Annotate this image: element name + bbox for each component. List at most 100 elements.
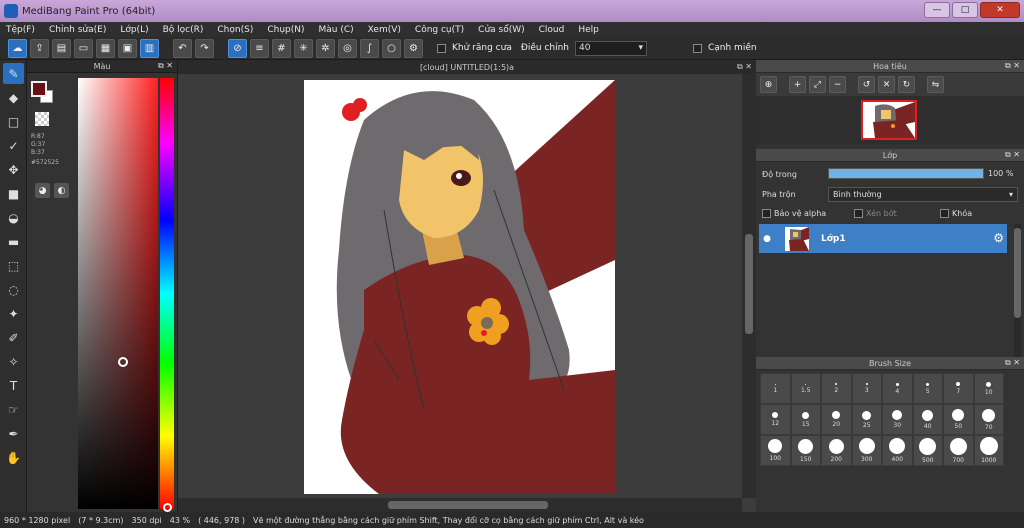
redo-icon[interactable]: ↷: [195, 38, 214, 58]
menu-view[interactable]: Xem(V): [368, 25, 401, 35]
panel-close-icon[interactable]: ⧉ ✕: [158, 61, 173, 71]
horizontal-scroll-thumb[interactable]: [388, 501, 548, 509]
bucket-tool-icon[interactable]: ◒: [3, 207, 24, 228]
zoom-reset-icon[interactable]: ⊕: [760, 76, 777, 93]
navigator-close-icon[interactable]: ⧉ ✕: [1005, 61, 1020, 71]
palette-icon[interactable]: ◕: [35, 183, 50, 198]
grid-snap-icon[interactable]: #: [272, 38, 291, 58]
radial-snap-icon[interactable]: ✳: [294, 38, 313, 58]
comment-icon[interactable]: ▤: [52, 38, 71, 58]
hand-tool-icon[interactable]: ✋: [3, 447, 24, 468]
flip-icon[interactable]: ⇋: [927, 76, 944, 93]
brush-size-option[interactable]: 4: [882, 373, 913, 404]
vertical-scroll-thumb[interactable]: [745, 234, 753, 334]
page-icon[interactable]: ▭: [74, 38, 93, 58]
select-eraser-tool-icon[interactable]: ✧: [3, 351, 24, 372]
brush-size-option[interactable]: 20: [821, 404, 852, 435]
hue-slider[interactable]: [160, 78, 174, 509]
document-close-icon[interactable]: ⧉ ✕: [737, 62, 752, 72]
transparent-color-swatch[interactable]: [35, 112, 49, 126]
edge-checkbox[interactable]: [692, 43, 702, 53]
select-pen-tool-icon[interactable]: ✐: [3, 327, 24, 348]
menu-file[interactable]: Tệp(F): [6, 25, 35, 35]
foreground-color-swatch[interactable]: [31, 81, 47, 97]
fit-icon[interactable]: ⤢: [809, 76, 826, 93]
brush-size-option[interactable]: 200: [821, 435, 852, 466]
menu-filter[interactable]: Bộ lọc(R): [163, 25, 204, 35]
menu-color[interactable]: Màu (C): [319, 25, 354, 35]
navigator-thumbnail[interactable]: [861, 100, 917, 140]
rectangle-tool-icon[interactable]: □: [3, 111, 24, 132]
lock-checkbox[interactable]: [940, 209, 949, 218]
panel-icon[interactable]: ▥: [140, 38, 159, 58]
brush-size-option[interactable]: 7: [943, 373, 974, 404]
rotate-left-icon[interactable]: ↺: [858, 76, 875, 93]
text-tool-icon[interactable]: T: [3, 375, 24, 396]
menu-window[interactable]: Cửa sổ(W): [478, 25, 524, 35]
concentric-snap-icon[interactable]: ◎: [338, 38, 357, 58]
color-set-icon[interactable]: ◐: [54, 183, 69, 198]
zoom-in-icon[interactable]: +: [789, 76, 806, 93]
brush-size-option[interactable]: 2: [821, 373, 852, 404]
blend-mode-select[interactable]: Bình thường ▾: [828, 187, 1018, 202]
brush-size-option[interactable]: 3: [851, 373, 882, 404]
brush-tool-icon[interactable]: ✎: [3, 63, 24, 84]
brush-size-option[interactable]: 1000: [973, 435, 1004, 466]
pen-tool-icon[interactable]: ✓: [3, 135, 24, 156]
saturation-value-picker[interactable]: [78, 78, 158, 509]
dropper-tool-icon[interactable]: ✒: [3, 423, 24, 444]
menu-select[interactable]: Chọn(S): [217, 25, 253, 35]
brush-size-option[interactable]: 700: [943, 435, 974, 466]
antialias-checkbox[interactable]: [437, 43, 446, 53]
select-tool-icon[interactable]: ⬚: [3, 255, 24, 276]
brush-size-option[interactable]: 150: [790, 435, 821, 466]
grid-view-icon[interactable]: ▣: [118, 38, 137, 58]
brush-size-option[interactable]: 400: [882, 435, 913, 466]
brush-size-option[interactable]: 300: [851, 435, 882, 466]
brush-size-option[interactable]: 1: [760, 373, 791, 404]
gradient-tool-icon[interactable]: ▬: [3, 231, 24, 252]
menu-tools[interactable]: Công cụ(T): [415, 25, 464, 35]
settings-snap-icon[interactable]: ⚙: [404, 38, 423, 58]
zoom-out-icon[interactable]: −: [829, 76, 846, 93]
maximize-button[interactable]: □: [952, 2, 978, 18]
visibility-eye-icon[interactable]: ●: [759, 234, 775, 244]
move-tool-icon[interactable]: ✥: [3, 159, 24, 180]
protect-alpha-checkbox[interactable]: [762, 209, 771, 218]
parallel-snap-icon[interactable]: ≡: [250, 38, 269, 58]
undo-icon[interactable]: ↶: [173, 38, 192, 58]
brush-size-option[interactable]: 15: [790, 404, 821, 435]
layer-scroll-thumb[interactable]: [1014, 228, 1021, 318]
brush-size-close-icon[interactable]: ⧉ ✕: [1005, 358, 1020, 368]
rotate-right-icon[interactable]: ↻: [898, 76, 915, 93]
minimize-button[interactable]: —: [924, 2, 950, 18]
close-button[interactable]: ✕: [980, 2, 1020, 18]
no-snap-icon[interactable]: ⊘: [228, 38, 247, 58]
menu-edit[interactable]: Chỉnh sửa(E): [49, 25, 106, 35]
brush-size-option[interactable]: 500: [912, 435, 943, 466]
brush-size-option[interactable]: 25: [851, 404, 882, 435]
brush-size-option[interactable]: 5: [912, 373, 943, 404]
clipping-checkbox[interactable]: [854, 209, 863, 218]
adjust-select[interactable]: 40 ▾: [574, 40, 647, 56]
canvas-vertical-scrollbar[interactable]: [742, 74, 756, 498]
rotate-reset-icon[interactable]: ✕: [878, 76, 895, 93]
brush-size-option[interactable]: 100: [760, 435, 791, 466]
circle-snap-icon[interactable]: ○: [382, 38, 401, 58]
brush-size-option[interactable]: 70: [973, 404, 1004, 435]
lasso-tool-icon[interactable]: ◌: [3, 279, 24, 300]
brush-size-option[interactable]: 50: [943, 404, 974, 435]
cross-snap-icon[interactable]: ✲: [316, 38, 335, 58]
fill-rect-tool-icon[interactable]: ■: [3, 183, 24, 204]
menu-snap[interactable]: Chụp(N): [267, 25, 304, 35]
eraser-tool-icon[interactable]: ◆: [3, 87, 24, 108]
drawing-canvas[interactable]: [304, 80, 615, 494]
sv-picker-cursor[interactable]: [118, 357, 128, 367]
layer-row[interactable]: ● Lớp1 ⚙: [759, 224, 1007, 253]
layer-settings-gear-icon[interactable]: ⚙: [993, 231, 1004, 245]
brush-size-option[interactable]: 12: [760, 404, 791, 435]
layer-panel-close-icon[interactable]: ⧉ ✕: [1005, 150, 1020, 160]
menu-help[interactable]: Help: [578, 25, 599, 35]
brush-size-option[interactable]: 10: [973, 373, 1004, 404]
curve-snap-icon[interactable]: ∫: [360, 38, 379, 58]
